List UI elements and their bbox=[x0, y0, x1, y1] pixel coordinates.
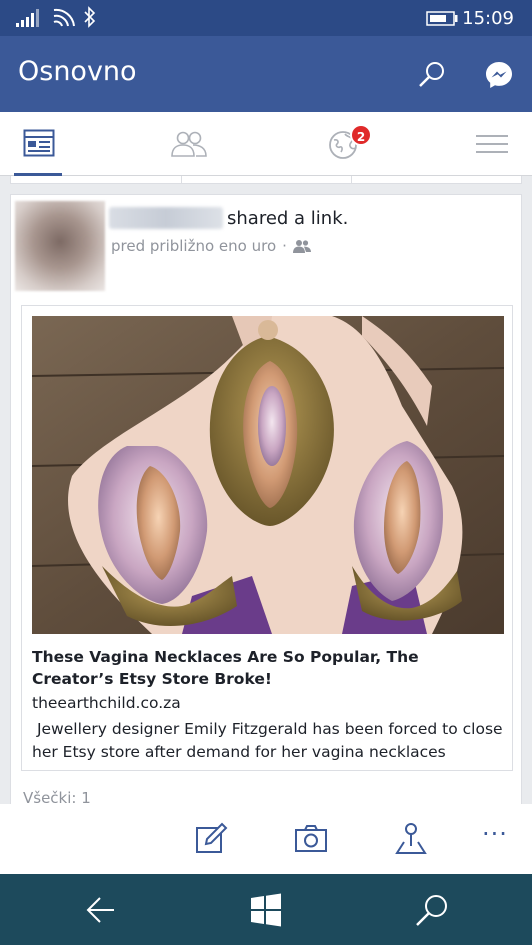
page-title: Osnovno bbox=[18, 56, 137, 87]
author-name-blurred[interactable] bbox=[109, 207, 223, 229]
windows-icon[interactable] bbox=[248, 892, 284, 928]
more-button[interactable]: ··· bbox=[482, 822, 516, 856]
avatar[interactable] bbox=[15, 201, 105, 291]
likes-count[interactable]: Všečki: 1 bbox=[23, 789, 91, 804]
news-feed[interactable]: shared a link. pred približno eno uro · bbox=[0, 176, 532, 804]
link-description: Jewellery designer Emily Fitzgerald has … bbox=[32, 720, 508, 761]
previous-post-edge bbox=[10, 176, 522, 184]
status-bar: 15:09 bbox=[0, 0, 532, 36]
post-timestamp[interactable]: pred približno eno uro bbox=[111, 237, 276, 255]
tab-notifications[interactable]: 2 bbox=[322, 112, 376, 176]
post-icon[interactable] bbox=[194, 822, 228, 856]
bluetooth-icon bbox=[84, 6, 96, 28]
battery-icon bbox=[426, 11, 458, 26]
post-header: shared a link. bbox=[109, 207, 348, 233]
link-image[interactable] bbox=[32, 316, 504, 634]
post-action: shared a link. bbox=[227, 207, 349, 229]
clock: 15:09 bbox=[462, 8, 514, 29]
post-card: shared a link. pred približno eno uro · bbox=[10, 194, 522, 804]
tab-menu[interactable] bbox=[472, 112, 512, 176]
check-in-icon[interactable] bbox=[394, 822, 428, 856]
friends-audience-icon bbox=[292, 240, 311, 253]
search-icon[interactable] bbox=[418, 60, 446, 88]
tab-friends[interactable] bbox=[164, 112, 214, 176]
friends-icon bbox=[171, 131, 207, 157]
post-meta: pred približno eno uro · bbox=[111, 237, 311, 255]
back-icon[interactable] bbox=[82, 892, 118, 928]
menu-icon bbox=[476, 135, 508, 153]
tab-bar: 2 bbox=[0, 112, 532, 176]
wifi-icon bbox=[53, 8, 75, 27]
meta-separator: · bbox=[282, 237, 287, 255]
necklace-photo bbox=[32, 316, 504, 634]
link-domain: theearthchild.co.za bbox=[32, 694, 181, 712]
app-header: Osnovno bbox=[0, 36, 532, 112]
link-preview[interactable]: These Vagina Necklaces Are So Popular, T… bbox=[21, 305, 513, 771]
notification-badge: 2 bbox=[350, 124, 372, 146]
tab-news-feed[interactable] bbox=[14, 112, 62, 176]
system-nav-bar bbox=[0, 874, 532, 945]
camera-icon[interactable] bbox=[294, 822, 328, 856]
messenger-icon[interactable] bbox=[484, 60, 514, 90]
link-title[interactable]: These Vagina Necklaces Are So Popular, T… bbox=[32, 646, 504, 690]
news-feed-icon bbox=[23, 129, 55, 157]
signal-icon bbox=[16, 9, 39, 27]
search-icon[interactable] bbox=[414, 892, 450, 928]
app-bar: ··· bbox=[0, 804, 532, 874]
